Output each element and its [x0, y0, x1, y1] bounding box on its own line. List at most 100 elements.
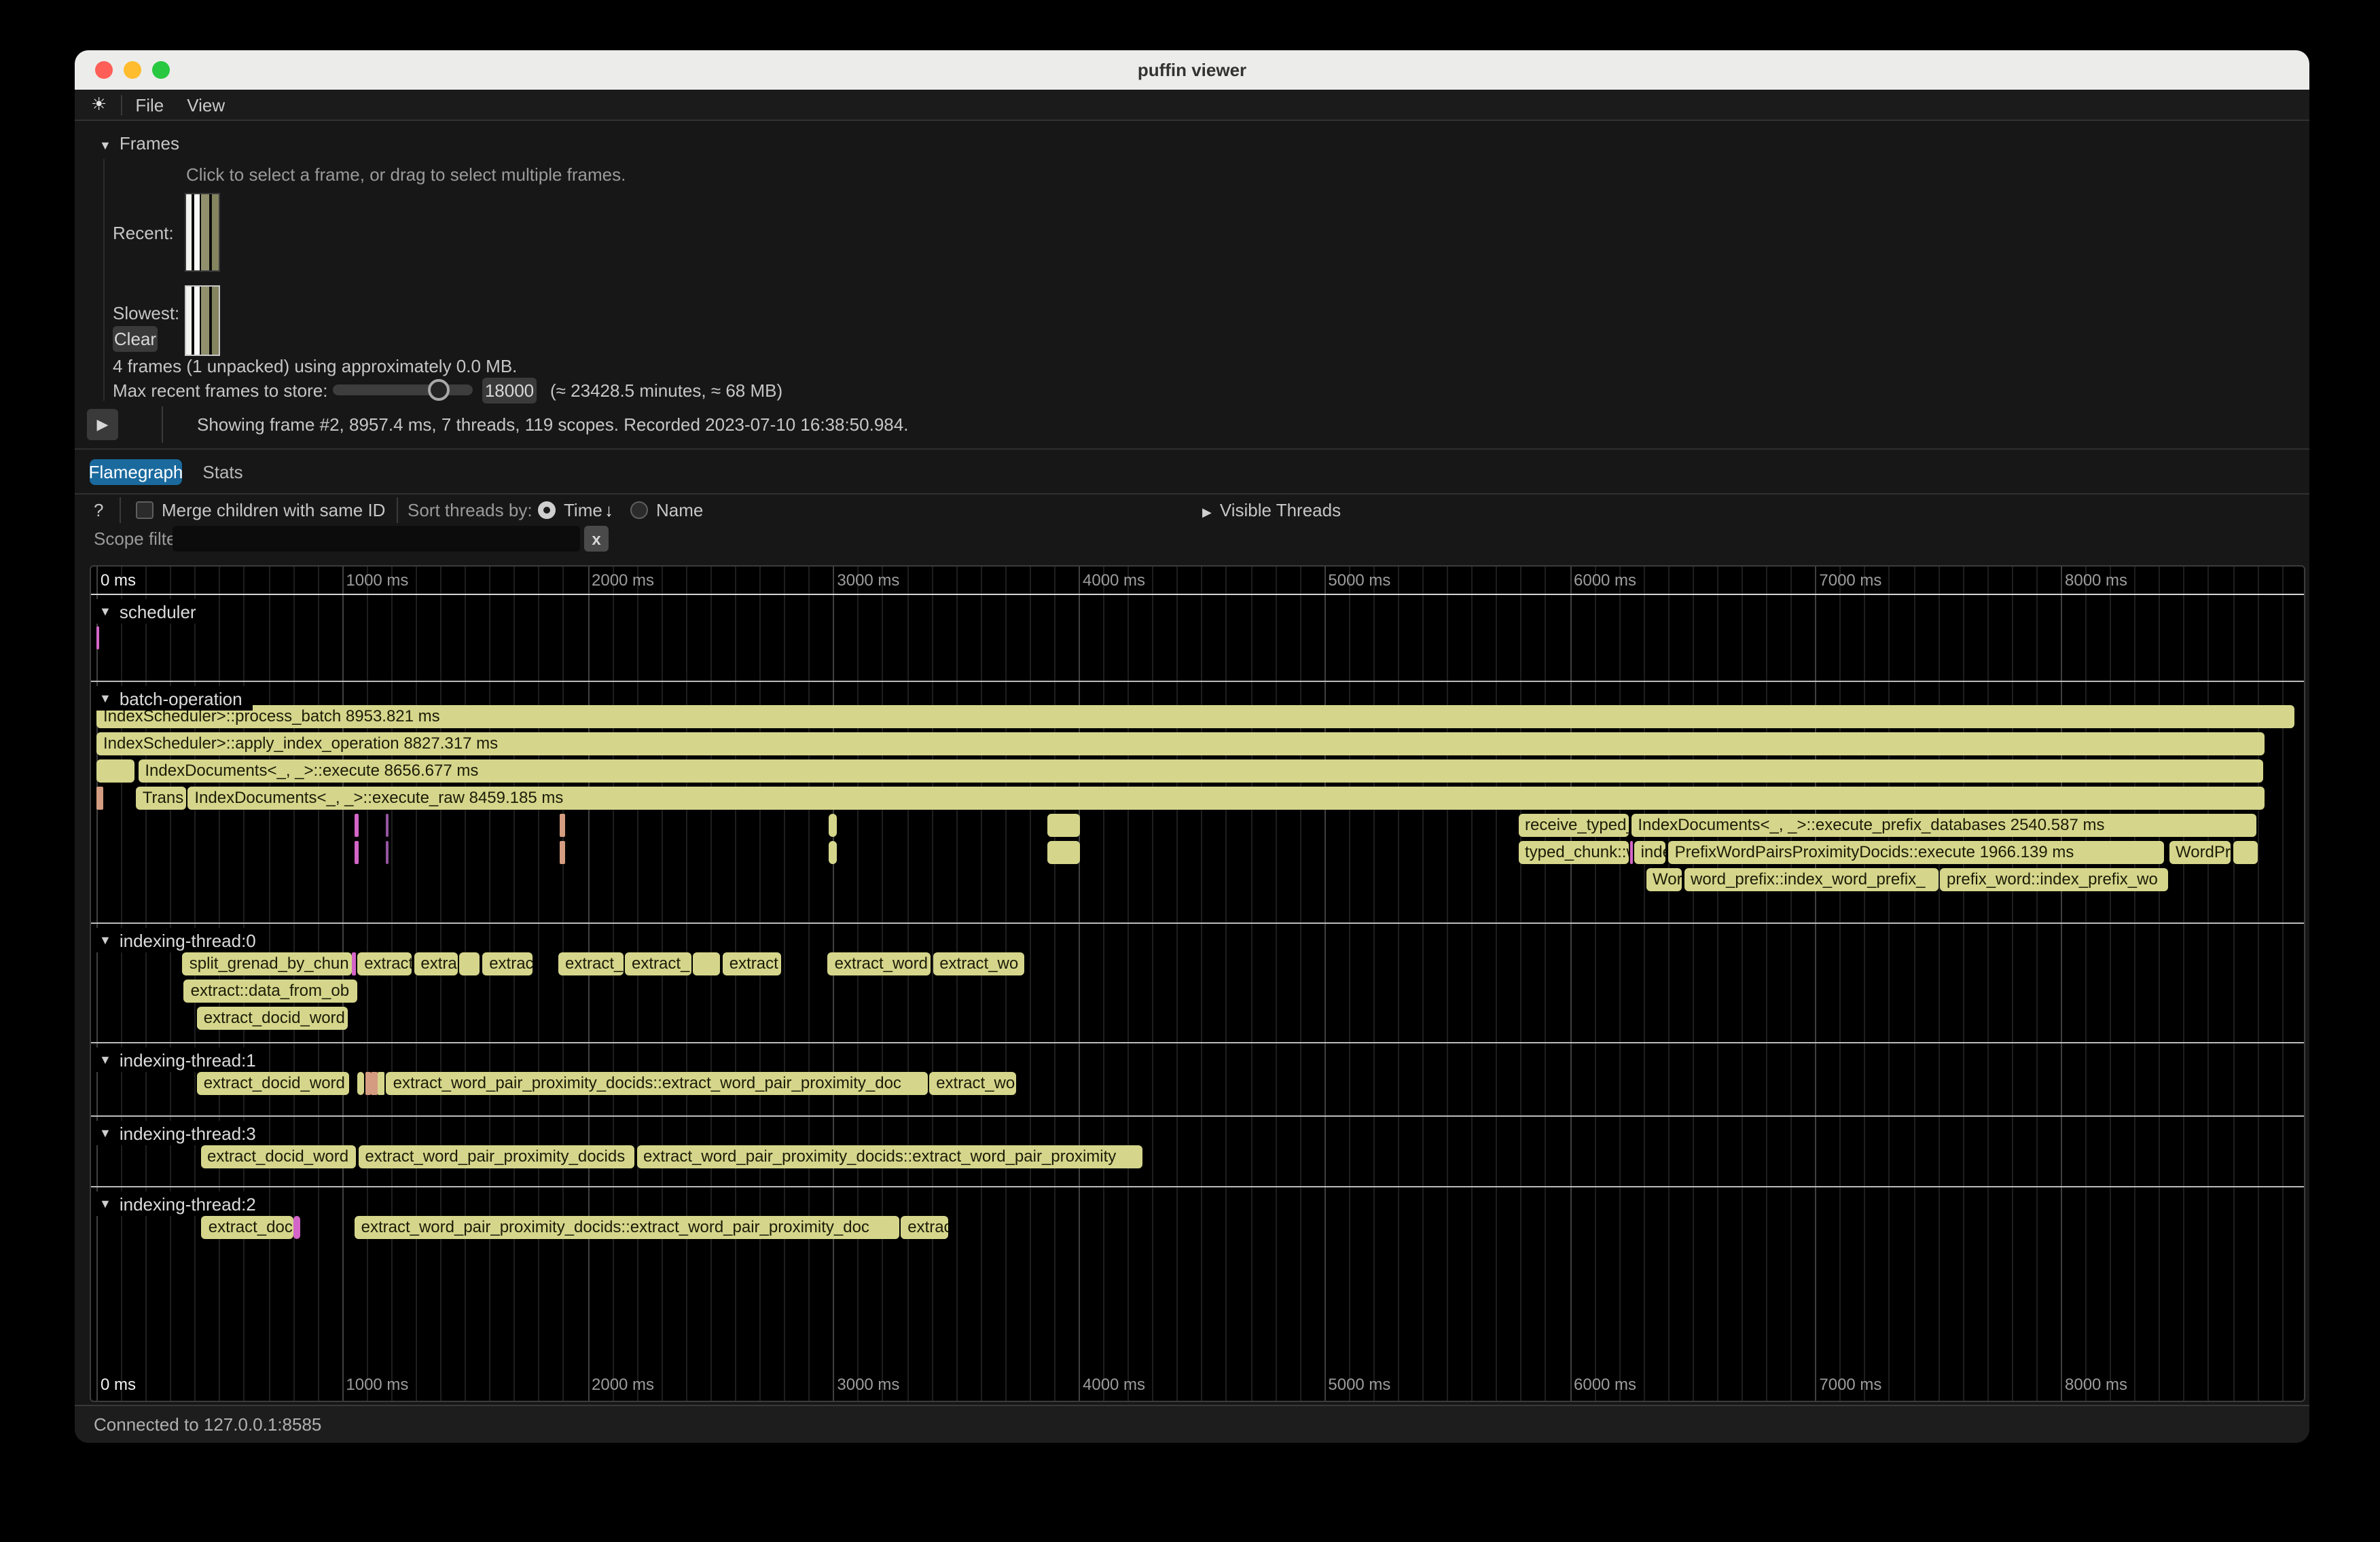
scope-bar[interactable]: extrac [482, 952, 533, 975]
scope-bar[interactable]: Trans [136, 787, 186, 810]
scope-bar[interactable]: extract_docid_word [197, 1072, 349, 1095]
scope-bar[interactable]: IndexScheduler>::apply_index_operation 8… [96, 732, 2264, 755]
scope-bar[interactable]: Word [1646, 868, 1681, 891]
scope-bar[interactable] [355, 841, 358, 864]
frame-thumbnail-stripe [212, 287, 219, 355]
scope-bar[interactable] [386, 841, 389, 864]
scope-bar[interactable]: extract_word_pair_proximity_docids::extr… [386, 1072, 928, 1095]
theme-sun-icon[interactable]: ☀ [91, 94, 107, 115]
scope-bar[interactable]: WordPr [2169, 841, 2230, 864]
sort-time-radio[interactable] [538, 501, 556, 519]
scope-bar[interactable]: prefix_word::index_prefix_wo [1940, 868, 2168, 891]
thread-header-indexing-thread-2[interactable]: ▼indexing-thread:2 [94, 1191, 267, 1216]
scope-bar[interactable] [293, 1216, 300, 1239]
scope-bar[interactable]: extract_word_pair_proximity_docids::extr… [355, 1216, 899, 1239]
scope-bar[interactable]: extract::data_from_ob [184, 980, 357, 1003]
minor-gridline [1128, 567, 1129, 1401]
scope-bar[interactable] [693, 952, 720, 975]
scope-bar[interactable] [357, 1072, 364, 1095]
max-frames-value[interactable]: 18000 [482, 378, 537, 404]
scope-bar[interactable] [560, 841, 564, 864]
frame-thumbnail-stripe [186, 194, 192, 270]
minor-gridline [2110, 567, 2111, 1401]
frames-section-header[interactable]: ▼Frames [99, 133, 179, 154]
scope-bar[interactable] [386, 814, 389, 837]
scope-bar[interactable] [1047, 841, 1081, 864]
scope-bar[interactable]: split_grenad_by_chun [183, 952, 352, 975]
scope-bar[interactable] [560, 814, 564, 837]
scope-bar[interactable]: extra [414, 952, 458, 975]
scope-bar[interactable]: extract [357, 952, 412, 975]
scope-bar[interactable] [1047, 814, 1081, 837]
scope-bar[interactable] [96, 626, 99, 649]
help-button[interactable]: ? [94, 500, 103, 520]
scope-bar[interactable] [459, 952, 479, 975]
thread-header-indexing-thread-3[interactable]: ▼indexing-thread:3 [94, 1121, 267, 1145]
scope-bar[interactable]: IndexDocuments<_, _>::execute 8656.677 m… [138, 759, 2263, 783]
scope-bar[interactable]: extract [723, 952, 782, 975]
scope-bar[interactable]: IndexDocuments<_, _>::execute_prefix_dat… [1631, 814, 2256, 837]
scope-bar[interactable]: IndexScheduler>::process_batch 8953.821 … [96, 705, 2295, 728]
scope-bar[interactable]: extract_word [828, 952, 931, 975]
scope-bar[interactable]: extract_doc [202, 1216, 294, 1239]
sort-direction-arrow-icon[interactable]: ↓ [605, 500, 613, 520]
time-axis-label-top: 2000 ms [592, 571, 654, 590]
scope-bar[interactable] [355, 814, 358, 837]
scope-bar[interactable]: extrac [901, 1216, 948, 1239]
thread-header-scheduler[interactable]: ▼scheduler [94, 599, 207, 624]
menu-view[interactable]: View [187, 94, 225, 115]
sort-name-label[interactable]: Name [656, 500, 703, 520]
scope-bar[interactable] [828, 814, 837, 837]
scope-bar[interactable]: word_prefix::index_word_prefix_ [1684, 868, 1938, 891]
scope-bar[interactable] [365, 1072, 370, 1095]
clear-frames-button[interactable]: Clear [113, 326, 158, 352]
scope-bar[interactable]: extract_docid_word [197, 1007, 348, 1030]
scope-bar[interactable] [96, 787, 103, 810]
scope-bar[interactable] [372, 1072, 377, 1095]
section-separator-line [91, 681, 2304, 682]
menu-file[interactable]: File [135, 94, 164, 115]
minor-gridline [1962, 567, 1964, 1401]
recent-frames-thumbnail[interactable] [185, 193, 220, 272]
collapse-triangle-icon: ▼ [99, 605, 111, 618]
scope-bar[interactable] [828, 841, 837, 864]
tab-stats[interactable]: Stats [194, 459, 251, 485]
thread-header-indexing-thread-1[interactable]: ▼indexing-thread:1 [94, 1047, 267, 1072]
scope-bar[interactable]: PrefixWordPairsProximityDocids::execute … [1668, 841, 2164, 864]
visible-threads-header[interactable]: ▶Visible Threads [1202, 500, 1341, 520]
scope-bar[interactable] [2233, 841, 2257, 864]
play-button[interactable]: ▶ [87, 409, 118, 440]
tab-flamegraph[interactable]: Flamegraph [90, 459, 182, 485]
flamegraph-panel[interactable]: 0 ms0 ms1000 ms1000 ms2000 ms2000 ms3000… [90, 565, 2305, 1402]
sort-time-label[interactable]: Time [564, 500, 602, 520]
close-window-button[interactable] [95, 61, 113, 79]
sort-name-radio[interactable] [630, 501, 648, 519]
scope-bar[interactable]: extract_wo [933, 952, 1024, 975]
scope-bar[interactable] [352, 952, 355, 975]
max-frames-slider-knob[interactable] [428, 379, 450, 401]
scope-filter-input[interactable] [173, 526, 580, 552]
scope-bar[interactable]: extract_word_pair_proximity_docids::extr… [636, 1145, 1142, 1168]
minor-gridline [907, 567, 908, 1401]
scope-bar[interactable]: receive_typed_ [1518, 814, 1629, 837]
merge-children-checkbox[interactable] [136, 501, 154, 519]
scope-bar[interactable]: extract_docid_word [200, 1145, 357, 1168]
scope-bar[interactable]: extract_word_pair_proximity_docids [358, 1145, 634, 1168]
merge-children-label[interactable]: Merge children with same ID [162, 500, 385, 520]
scope-bar[interactable]: IndexDocuments<_, _>::execute_raw 8459.1… [187, 787, 2264, 810]
scope-bar[interactable] [96, 759, 135, 783]
scope-bar[interactable]: extract_ [558, 952, 623, 975]
scope-bar[interactable] [1630, 841, 1633, 864]
minimize-window-button[interactable] [124, 61, 141, 79]
thread-header-batch-operation[interactable]: ▼batch-operation [94, 686, 253, 711]
scope-bar[interactable]: typed_chunk::w [1518, 841, 1629, 864]
slowest-frames-thumbnail[interactable] [185, 285, 220, 356]
scope-bar[interactable] [378, 1072, 384, 1095]
scope-bar[interactable]: index [1634, 841, 1666, 864]
max-frames-slider[interactable] [333, 384, 473, 395]
scope-bar[interactable]: extract_ [625, 952, 691, 975]
thread-header-indexing-thread-0[interactable]: ▼indexing-thread:0 [94, 928, 267, 952]
clear-filter-button[interactable]: x [584, 526, 609, 552]
scope-bar[interactable]: extract_wo [929, 1072, 1016, 1095]
maximize-window-button[interactable] [152, 61, 170, 79]
